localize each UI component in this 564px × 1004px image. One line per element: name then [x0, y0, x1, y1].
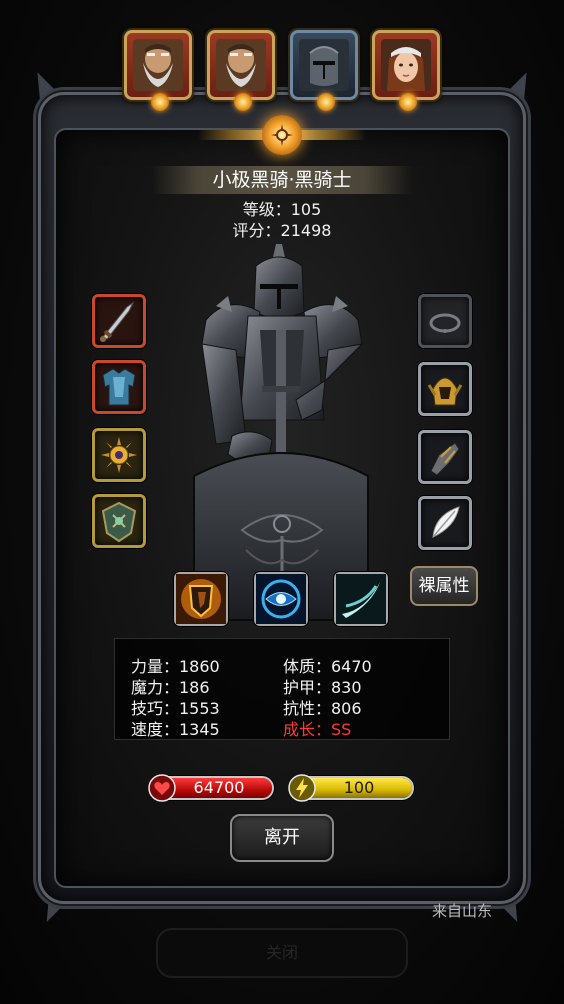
- flame-shield-skill-icon: [176, 574, 226, 624]
- stat-growth: 成长：SS: [283, 720, 352, 739]
- dwarf-elder-portrait-icon: [216, 39, 266, 91]
- portrait-slot-4[interactable]: [372, 30, 440, 111]
- white-feather-icon: [432, 506, 460, 538]
- equipment-slot-helmet[interactable]: [418, 362, 472, 416]
- sun-emblem-icon: [262, 115, 302, 155]
- equipment-slot-ring-empty[interactable]: [418, 294, 472, 348]
- skill-slot-1[interactable]: [174, 572, 228, 626]
- skill-slot-2[interactable]: [254, 572, 308, 626]
- rune-shield-emblem-icon: [101, 501, 137, 543]
- portrait-slot-1[interactable]: [124, 30, 192, 111]
- stats-panel: 力量：1860 体质：6470 魔力：186 护甲：830 技巧：1553 抗性…: [114, 638, 450, 740]
- chest-armor-icon: [102, 368, 136, 406]
- rank-gem-icon: [151, 93, 169, 111]
- hero-detail-screen: 关闭 小极黑骑·黑骑士 等级：105 评分：21498 裸属性 力量：1860 …: [0, 0, 564, 1004]
- portrait-slot-3-selected[interactable]: [290, 30, 358, 111]
- source-label: 来自山东: [432, 902, 493, 920]
- golden-helm-icon: [427, 377, 463, 406]
- portrait-slot-2[interactable]: [207, 30, 275, 111]
- hero-name: 小极黑骑·黑骑士: [152, 166, 412, 194]
- naked-attributes-button[interactable]: 裸属性: [410, 566, 478, 606]
- female-ranger-portrait-icon: [381, 39, 431, 91]
- hero-score: 评分：21498: [232, 221, 332, 240]
- equipment-slot-weapon[interactable]: [92, 294, 146, 348]
- black-knight-portrait-icon: [299, 39, 349, 91]
- equipment-slot-charm[interactable]: [418, 496, 472, 550]
- top-crest-ornament: [198, 108, 366, 162]
- dwarf-elder-portrait-icon: [133, 39, 183, 91]
- leave-button[interactable]: 离开: [230, 814, 334, 862]
- equipment-slot-gloves[interactable]: [418, 430, 472, 484]
- blue-eye-skill-icon: [256, 574, 306, 624]
- stat-speed: 速度：1345: [131, 720, 220, 739]
- equipment-slot-armor[interactable]: [92, 360, 146, 414]
- skill-slot-3[interactable]: [334, 572, 388, 626]
- background-close-button: 关闭: [156, 928, 408, 978]
- lightning-icon: [288, 774, 316, 802]
- heart-icon: [148, 774, 176, 802]
- equipment-slot-accessory-2[interactable]: [92, 494, 146, 548]
- rank-gem-icon: [399, 93, 417, 111]
- wind-slash-skill-icon: [336, 574, 386, 624]
- greatsword-icon: [100, 301, 135, 342]
- gold-sun-emblem-icon: [101, 437, 137, 473]
- empty-ring-slot-icon: [429, 313, 461, 333]
- equipment-slot-accessory-1[interactable]: [92, 428, 146, 482]
- gauntlet-icon: [430, 442, 460, 476]
